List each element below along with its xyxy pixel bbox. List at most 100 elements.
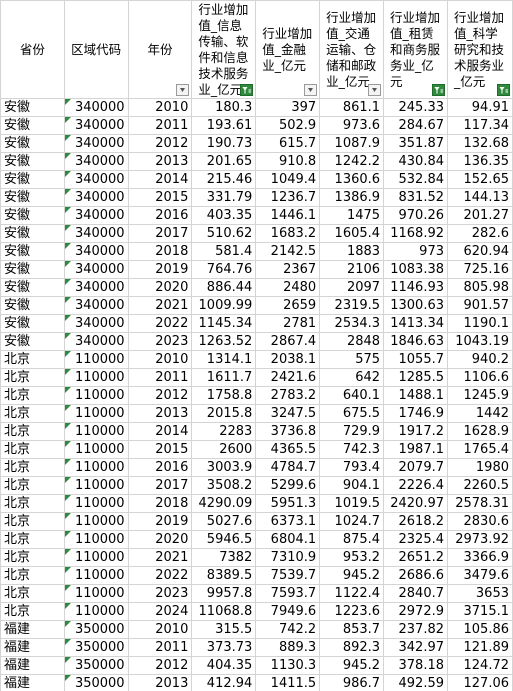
- cell-year[interactable]: 2017: [127, 476, 193, 495]
- cell-transport[interactable]: 575: [319, 350, 385, 369]
- cell-transport[interactable]: 892.3: [319, 638, 385, 657]
- cell-province[interactable]: 福建: [0, 674, 65, 691]
- cell-transport[interactable]: 2106: [319, 260, 385, 279]
- cell-province[interactable]: 北京: [0, 440, 65, 459]
- cell-research[interactable]: 620.94: [447, 242, 513, 261]
- cell-leasing[interactable]: 532.84: [383, 170, 448, 189]
- cell-year[interactable]: 2017: [127, 224, 193, 243]
- cell-region-code[interactable]: 110000: [63, 404, 129, 423]
- cell-leasing[interactable]: 973: [383, 242, 448, 261]
- cell-leasing[interactable]: 1055.7: [383, 350, 448, 369]
- cell-finance[interactable]: 2367: [255, 260, 321, 279]
- cell-province[interactable]: 安徽: [0, 134, 65, 153]
- cell-province[interactable]: 安徽: [0, 314, 65, 333]
- cell-province[interactable]: 安徽: [0, 332, 65, 351]
- cell-research[interactable]: 2830.6: [447, 512, 513, 531]
- cell-research[interactable]: 3715.1: [447, 602, 513, 621]
- cell-finance[interactable]: 742.2: [255, 620, 321, 639]
- cell-province[interactable]: 北京: [0, 386, 65, 405]
- cell-it-services[interactable]: 1314.1: [191, 350, 257, 369]
- cell-research[interactable]: 105.86: [447, 620, 513, 639]
- cell-province[interactable]: 安徽: [0, 278, 65, 297]
- cell-leasing[interactable]: 2325.4: [383, 530, 448, 549]
- cell-leasing[interactable]: 1285.5: [383, 368, 448, 387]
- cell-region-code[interactable]: 340000: [63, 314, 129, 333]
- cell-it-services[interactable]: 3508.2: [191, 476, 257, 495]
- cell-transport[interactable]: 1087.9: [319, 134, 385, 153]
- cell-it-services[interactable]: 190.73: [191, 134, 257, 153]
- cell-transport[interactable]: 793.4: [319, 458, 385, 477]
- cell-transport[interactable]: 945.2: [319, 656, 385, 675]
- cell-research[interactable]: 144.13: [447, 188, 513, 207]
- cell-province[interactable]: 安徽: [0, 98, 65, 117]
- cell-research[interactable]: 1043.19: [447, 332, 513, 351]
- cell-region-code[interactable]: 110000: [63, 584, 129, 603]
- cell-finance[interactable]: 502.9: [255, 116, 321, 135]
- cell-region-code[interactable]: 110000: [63, 350, 129, 369]
- cell-transport[interactable]: 953.2: [319, 548, 385, 567]
- cell-region-code[interactable]: 110000: [63, 368, 129, 387]
- cell-region-code[interactable]: 110000: [63, 440, 129, 459]
- cell-it-services[interactable]: 315.5: [191, 620, 257, 639]
- cell-research[interactable]: 127.06: [447, 674, 513, 691]
- cell-transport[interactable]: 1223.6: [319, 602, 385, 621]
- cell-transport[interactable]: 945.2: [319, 566, 385, 585]
- cell-leasing[interactable]: 1146.93: [383, 278, 448, 297]
- cell-leasing[interactable]: 351.87: [383, 134, 448, 153]
- cell-region-code[interactable]: 110000: [63, 530, 129, 549]
- cell-finance[interactable]: 2783.2: [255, 386, 321, 405]
- cell-province[interactable]: 北京: [0, 368, 65, 387]
- cell-region-code[interactable]: 110000: [63, 602, 129, 621]
- cell-region-code[interactable]: 340000: [63, 260, 129, 279]
- cell-province[interactable]: 北京: [0, 404, 65, 423]
- cell-region-code[interactable]: 340000: [63, 206, 129, 225]
- cell-region-code[interactable]: 340000: [63, 170, 129, 189]
- cell-finance[interactable]: 6804.1: [255, 530, 321, 549]
- cell-it-services[interactable]: 1758.8: [191, 386, 257, 405]
- cell-transport[interactable]: 1883: [319, 242, 385, 261]
- cell-research[interactable]: 940.2: [447, 350, 513, 369]
- cell-year[interactable]: 2019: [127, 512, 193, 531]
- cell-province[interactable]: 安徽: [0, 170, 65, 189]
- cell-transport[interactable]: 1024.7: [319, 512, 385, 531]
- cell-research[interactable]: 3479.6: [447, 566, 513, 585]
- cell-year[interactable]: 2011: [127, 638, 193, 657]
- cell-it-services[interactable]: 1611.7: [191, 368, 257, 387]
- cell-province[interactable]: 安徽: [0, 116, 65, 135]
- cell-finance[interactable]: 1411.5: [255, 674, 321, 691]
- cell-leasing[interactable]: 1413.34: [383, 314, 448, 333]
- cell-year[interactable]: 2015: [127, 440, 193, 459]
- cell-it-services[interactable]: 180.3: [191, 98, 257, 117]
- cell-transport[interactable]: 904.1: [319, 476, 385, 495]
- cell-finance[interactable]: 2867.4: [255, 332, 321, 351]
- cell-year[interactable]: 2014: [127, 170, 193, 189]
- cell-transport[interactable]: 640.1: [319, 386, 385, 405]
- cell-province[interactable]: 北京: [0, 494, 65, 513]
- cell-province[interactable]: 北京: [0, 512, 65, 531]
- cell-transport[interactable]: 642: [319, 368, 385, 387]
- cell-leasing[interactable]: 2840.7: [383, 584, 448, 603]
- cell-year[interactable]: 2018: [127, 494, 193, 513]
- cell-finance[interactable]: 4365.5: [255, 440, 321, 459]
- cell-region-code[interactable]: 340000: [63, 116, 129, 135]
- cell-region-code[interactable]: 110000: [63, 494, 129, 513]
- cell-region-code[interactable]: 340000: [63, 188, 129, 207]
- cell-it-services[interactable]: 1145.34: [191, 314, 257, 333]
- cell-year[interactable]: 2013: [127, 404, 193, 423]
- cell-research[interactable]: 121.89: [447, 638, 513, 657]
- cell-finance[interactable]: 2659: [255, 296, 321, 315]
- cell-it-services[interactable]: 9957.8: [191, 584, 257, 603]
- cell-region-code[interactable]: 110000: [63, 476, 129, 495]
- cell-it-services[interactable]: 764.76: [191, 260, 257, 279]
- cell-region-code[interactable]: 340000: [63, 152, 129, 171]
- cell-province[interactable]: 安徽: [0, 260, 65, 279]
- cell-transport[interactable]: 2097: [319, 278, 385, 297]
- cell-transport[interactable]: 875.4: [319, 530, 385, 549]
- column-header-leasing[interactable]: 行业增加值_租赁和商务服务业_亿元: [383, 0, 448, 99]
- cell-finance[interactable]: 615.7: [255, 134, 321, 153]
- cell-finance[interactable]: 1236.7: [255, 188, 321, 207]
- cell-finance[interactable]: 7593.7: [255, 584, 321, 603]
- cell-research[interactable]: 725.16: [447, 260, 513, 279]
- cell-year[interactable]: 2019: [127, 260, 193, 279]
- cell-it-services[interactable]: 8389.5: [191, 566, 257, 585]
